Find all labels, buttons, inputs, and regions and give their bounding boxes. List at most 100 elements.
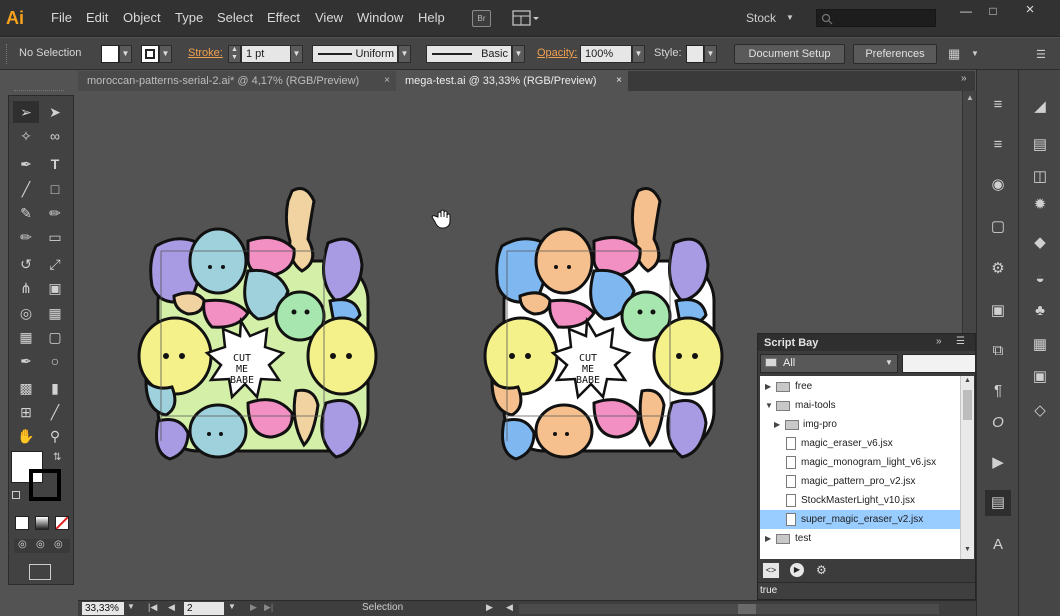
tree-item-script[interactable]: magic_pattern_pro_v2.jsx	[760, 472, 960, 491]
mesh-tool-icon[interactable]: ▦	[13, 326, 39, 348]
preferences-button[interactable]: Preferences	[853, 44, 937, 64]
screen-mode-icon[interactable]	[29, 564, 51, 580]
default-colors-icon[interactable]	[12, 491, 20, 499]
paintbrush-tool-icon[interactable]: ✎	[13, 202, 39, 224]
none-mode-icon[interactable]	[55, 516, 69, 530]
color-mode-icon[interactable]	[15, 516, 29, 530]
layers-panel-icon[interactable]: ◇	[1027, 398, 1053, 424]
eraser-tool-icon[interactable]: ▭	[42, 226, 68, 248]
tree-item-test[interactable]: ▶ test	[760, 529, 960, 548]
align-options-icon[interactable]: ▦	[948, 46, 960, 62]
transform-panel-icon[interactable]: ⧉	[985, 338, 1011, 364]
menu-help[interactable]: Help	[418, 10, 445, 25]
stock-workspace-label[interactable]: Stock	[746, 11, 776, 25]
direct-selection-tool-icon[interactable]: ➤	[42, 101, 68, 123]
tree-item-script[interactable]: StockMasterLight_v10.jsx	[760, 491, 960, 510]
close-tab-icon[interactable]: ×	[616, 71, 622, 91]
last-artboard-icon[interactable]: ▶|	[264, 602, 273, 613]
menu-effect[interactable]: Effect	[267, 10, 300, 25]
tree-item-img-pro[interactable]: ▶ img-pro	[760, 415, 960, 434]
hscroll-thumb[interactable]	[738, 604, 756, 614]
minimize-icon[interactable]: —	[956, 4, 976, 20]
rectangle-tool-icon[interactable]: □	[42, 178, 68, 200]
transparency-panel-icon[interactable]: ▣	[1027, 364, 1053, 390]
rotate-tool-icon[interactable]: ↺	[13, 253, 39, 275]
menu-window[interactable]: Window	[357, 10, 403, 25]
fill-dropdown[interactable]: ▼	[119, 45, 132, 63]
shape-builder-tool-icon[interactable]: ◎	[13, 302, 39, 324]
draw-inside-icon[interactable]: ◎	[54, 539, 63, 550]
brush-definition[interactable]: Basic	[426, 45, 512, 63]
variable-width-profile[interactable]: Uniform	[312, 45, 398, 63]
document-setup-button[interactable]: Document Setup	[734, 44, 845, 64]
close-tab-icon[interactable]: ×	[384, 71, 390, 91]
opacity-field[interactable]: 100%	[580, 45, 632, 63]
gradient-panel-icon[interactable]: ▢	[985, 214, 1011, 240]
pencil-tool-icon[interactable]: ✏	[42, 202, 68, 224]
navigator-panel-icon[interactable]: ▦	[1027, 332, 1053, 358]
expand-icon[interactable]: ▶	[765, 529, 771, 548]
arrange-documents-button[interactable]	[512, 10, 540, 27]
code-editor-icon[interactable]: <>	[763, 563, 779, 578]
stroke-panel-icon[interactable]: ≡	[985, 132, 1011, 158]
tab-overflow-icon[interactable]: »	[961, 73, 967, 84]
drawing-modes[interactable]: ◎ ◎ ◎	[14, 539, 70, 553]
artboard-number-field[interactable]: 2	[184, 602, 224, 615]
magic-wand-tool-icon[interactable]: ✧	[13, 125, 39, 147]
eyedropper-tool-icon[interactable]: ✒	[13, 350, 39, 372]
pathfinder-panel-icon[interactable]: ◉	[985, 172, 1011, 198]
bridge-button[interactable]: Br	[472, 10, 491, 27]
blob-brush-tool-icon[interactable]: ✏	[13, 226, 39, 248]
scroll-up-icon[interactable]: ▲	[964, 377, 971, 384]
menu-edit[interactable]: Edit	[86, 10, 108, 25]
menu-object[interactable]: Object	[123, 10, 161, 25]
stroke-label[interactable]: Stroke:	[188, 47, 223, 59]
gradient-mode-icon[interactable]	[35, 516, 49, 530]
appearance-panel-icon[interactable]: ⚙	[985, 256, 1011, 282]
color-guide-panel-icon[interactable]: ◢	[1027, 94, 1053, 120]
first-artboard-icon[interactable]: |◀	[148, 602, 157, 613]
collapse-panel-icon[interactable]: »	[936, 336, 942, 347]
slice-tool-icon[interactable]: ╱	[42, 401, 68, 423]
brushes-panel-icon[interactable]: ◒	[1027, 266, 1053, 292]
scroll-up-icon[interactable]: ▲	[966, 93, 974, 102]
zoom-dropdown-icon[interactable]: ▼	[127, 602, 135, 611]
status-menu-arrow-icon[interactable]: ▶	[486, 602, 493, 613]
style-dropdown[interactable]: ▼	[704, 45, 717, 63]
draw-behind-icon[interactable]: ◎	[36, 539, 45, 550]
draw-normal-icon[interactable]: ◎	[18, 539, 27, 550]
scroll-thumb[interactable]	[963, 390, 972, 420]
search-input[interactable]	[816, 9, 936, 27]
opentype-panel-icon[interactable]: O	[985, 410, 1011, 436]
scroll-down-icon[interactable]: ▼	[964, 546, 971, 553]
tree-item-free[interactable]: ▶ free	[760, 377, 960, 396]
expand-icon[interactable]: ▶	[765, 377, 771, 396]
lasso-tool-icon[interactable]: ∞	[42, 125, 68, 147]
artboards-panel-icon[interactable]: ▣	[985, 298, 1011, 324]
stroke-weight-field[interactable]: 1 pt	[241, 45, 291, 63]
control-panel-menu-icon[interactable]: ☰	[1036, 48, 1046, 61]
graphic-styles-panel-icon[interactable]: ♣	[1027, 298, 1053, 324]
character-panel-icon[interactable]: A	[985, 532, 1011, 558]
opacity-label[interactable]: Opacity:	[537, 47, 577, 59]
canvas-horizontal-scrollbar[interactable]	[519, 604, 939, 614]
tree-item-script-selected[interactable]: super_magic_eraser_v2.jsx	[760, 510, 960, 529]
width-tool-icon[interactable]: ⋔	[13, 277, 39, 299]
symbols-panel-icon[interactable]: ✹	[1027, 192, 1053, 218]
script-filter-dropdown[interactable]: All ▼	[760, 354, 898, 373]
align-panel-icon[interactable]: ≡	[985, 92, 1011, 118]
type-tool-icon[interactable]: T	[42, 153, 68, 175]
expand-icon[interactable]: ▶	[774, 415, 780, 434]
swap-colors-icon[interactable]: ⇅	[53, 452, 61, 463]
swatches-panel-icon[interactable]: ◆	[1027, 230, 1053, 256]
line-segment-tool-icon[interactable]: ╱	[13, 178, 39, 200]
debug-icon[interactable]: ⚙	[816, 563, 827, 577]
stroke-weight-dropdown[interactable]: ▼	[290, 45, 303, 63]
stroke-color-box[interactable]	[29, 469, 61, 501]
actions-panel-icon[interactable]: ▶	[985, 450, 1011, 476]
run-script-icon[interactable]: ▶	[790, 563, 804, 577]
selection-tool-icon[interactable]: ➢	[13, 101, 39, 123]
close-window-icon[interactable]: ×	[1020, 1, 1040, 18]
tree-item-script[interactable]: magic_monogram_light_v6.jsx	[760, 453, 960, 472]
zoom-tool-icon[interactable]: ⚲	[42, 425, 68, 447]
